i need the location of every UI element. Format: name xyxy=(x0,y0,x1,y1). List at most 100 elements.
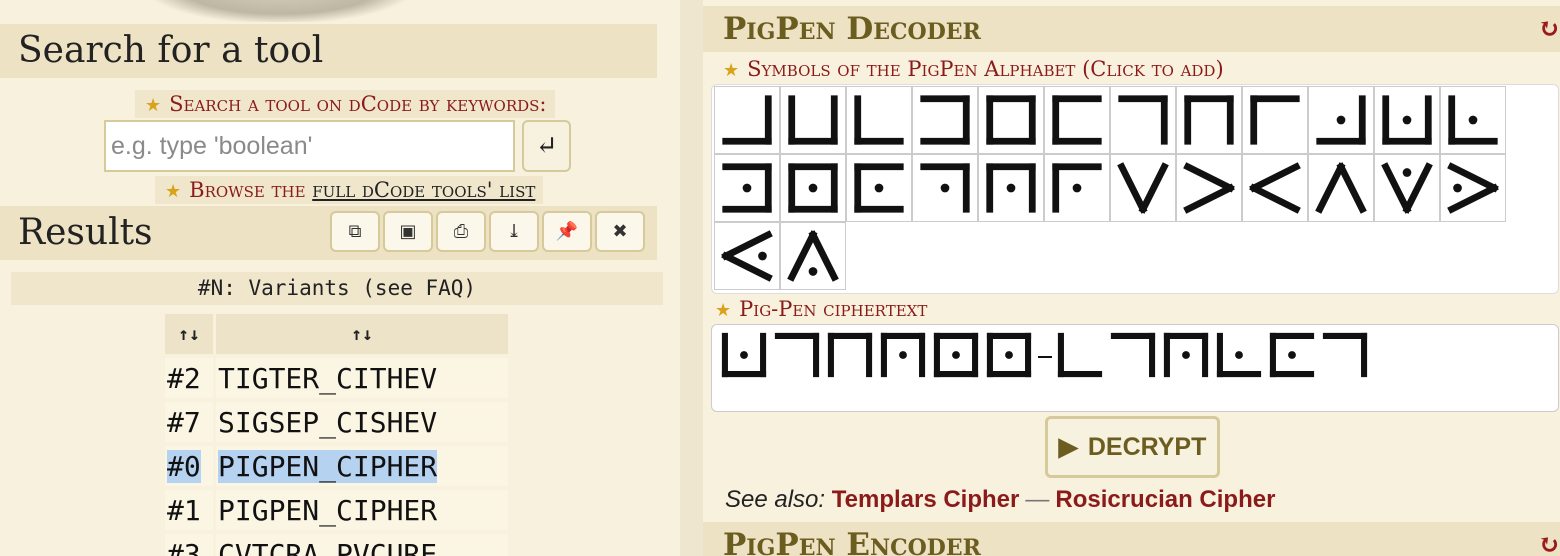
download-icon: ⤓ xyxy=(506,221,522,242)
pigpen-symbol-m[interactable] xyxy=(714,154,780,222)
symbols-panel xyxy=(711,84,1559,294)
pigpen-symbol-r[interactable] xyxy=(1044,154,1110,222)
table-row[interactable]: #7 SIGSEP_CISHEV xyxy=(165,402,508,442)
result-value: SIGSEP_CISHEV xyxy=(216,402,508,442)
pin-button[interactable]: 📌 xyxy=(542,211,592,252)
ciphertext-label: ★ Pig-Pen ciphertext xyxy=(715,296,934,322)
pigpen-symbol-j[interactable] xyxy=(1308,86,1374,154)
refresh-icon[interactable]: ↻ xyxy=(1538,522,1560,556)
pigpen-symbol-f[interactable] xyxy=(1044,86,1110,154)
pigpen-symbol-u[interactable] xyxy=(1242,154,1308,222)
copy-icon: ⧉ xyxy=(348,221,362,242)
result-value: TIGTER_CITHEV xyxy=(216,358,508,398)
ciphertext-symbol xyxy=(1054,329,1107,385)
result-variant-id: #0 xyxy=(165,446,213,486)
result-variant-id: #2 xyxy=(165,358,213,398)
result-variant-id: #1 xyxy=(165,490,213,530)
see-also-link-rosicrucian[interactable]: Rosicrucian Cipher xyxy=(1055,486,1275,513)
variants-note: #N: Variants (see FAQ) xyxy=(11,272,663,305)
save-icon: ▣ xyxy=(399,221,417,242)
pigpen-symbol-e[interactable] xyxy=(978,86,1044,154)
pigpen-symbol-c[interactable] xyxy=(846,86,912,154)
ciphertext-symbol xyxy=(1160,329,1213,385)
search-heading: Search for a tool xyxy=(0,24,657,78)
sort-value-header[interactable]: ↑↓ xyxy=(216,314,508,354)
browse-label: ★ Browse the full dCode tools' list xyxy=(155,176,544,204)
left-column: Search for a tool ★ Search a tool on dCod… xyxy=(0,0,680,556)
ciphertext-symbols xyxy=(718,331,1372,383)
search-submit-button[interactable]: ↵ xyxy=(522,120,571,172)
ciphertext-symbol xyxy=(1107,329,1160,385)
pigpen-symbol-p[interactable] xyxy=(912,154,978,222)
result-value: PIGPEN_CIPHER xyxy=(216,490,508,530)
pigpen-symbol-z[interactable] xyxy=(780,222,846,290)
pigpen-symbol-v[interactable] xyxy=(1308,154,1374,222)
refresh-icon[interactable]: ↻ xyxy=(1538,6,1560,52)
pin-icon: 📌 xyxy=(555,221,579,242)
ciphertext-symbol xyxy=(877,329,930,385)
copy-button[interactable]: ⧉ xyxy=(330,211,380,252)
results-toolbar: ⧉ ▣ ⎙ ⤓ 📌 ✖ xyxy=(330,211,645,252)
result-variant-id: #3 xyxy=(165,534,213,556)
sort-id-header[interactable]: ↑↓ xyxy=(165,314,213,354)
full-tools-list-link[interactable]: full dCode tools' list xyxy=(312,178,535,202)
symbols-label: ★ Symbols of the PigPen Alphabet (Click t… xyxy=(723,57,1224,81)
result-value: CVTCRA_PVCURE xyxy=(216,534,508,556)
play-icon: ▶ xyxy=(1058,433,1078,461)
pigpen-symbol-n[interactable] xyxy=(780,154,846,222)
column-divider xyxy=(680,0,703,556)
result-value: PIGPEN_CIPHER xyxy=(216,446,508,486)
download-button[interactable]: ⤓ xyxy=(489,211,539,252)
ciphertext-separator xyxy=(1038,356,1052,358)
star-icon: ★ xyxy=(723,60,740,81)
decoder-title: PigPen Decoder ↻ xyxy=(703,6,1560,52)
pigpen-symbol-i[interactable] xyxy=(1242,86,1308,154)
symbols-grid xyxy=(714,86,1506,290)
ciphertext-symbol xyxy=(718,329,771,385)
ciphertext-symbol xyxy=(824,329,877,385)
encoder-title: PigPen Encoder ↻ xyxy=(703,522,1560,556)
close-button[interactable]: ✖ xyxy=(595,211,645,252)
ciphertext-symbol xyxy=(1266,329,1319,385)
pigpen-symbol-g[interactable] xyxy=(1110,86,1176,154)
keyword-label: ★ Search a tool on dCode by keywords: xyxy=(135,90,555,118)
print-button[interactable]: ⎙ xyxy=(436,211,486,252)
table-row[interactable]: #1 PIGPEN_CIPHER xyxy=(165,490,508,530)
star-icon: ★ xyxy=(145,95,162,116)
pigpen-symbol-k[interactable] xyxy=(1374,86,1440,154)
results-table: ↑↓ ↑↓ #2 TIGTER_CITHEV #7 SIGSEP_CISHEV #0 PI… xyxy=(162,310,511,556)
result-variant-id: #7 xyxy=(165,402,213,442)
ciphertext-symbol xyxy=(1213,329,1266,385)
pigpen-symbol-l[interactable] xyxy=(1440,86,1506,154)
pigpen-symbol-a[interactable] xyxy=(714,86,780,154)
see-also: See also: Templars Cipher — Rosicrucian Ci… xyxy=(725,486,1276,513)
search-input[interactable] xyxy=(104,120,515,172)
enter-icon: ↵ xyxy=(535,131,558,161)
banner-image xyxy=(150,0,410,22)
table-row[interactable]: #3 CVTCRA_PVCURE xyxy=(165,534,508,556)
decrypt-button[interactable]: ▶ DECRYPT xyxy=(1045,416,1220,478)
ciphertext-symbol xyxy=(983,329,1036,385)
star-icon: ★ xyxy=(165,181,182,202)
pigpen-symbol-s[interactable] xyxy=(1110,154,1176,222)
print-icon: ⎙ xyxy=(453,221,469,242)
ciphertext-input[interactable] xyxy=(711,324,1559,412)
pigpen-symbol-t[interactable] xyxy=(1176,154,1242,222)
pigpen-symbol-q[interactable] xyxy=(978,154,1044,222)
table-row[interactable]: #2 TIGTER_CITHEV xyxy=(165,358,508,398)
pigpen-symbol-y[interactable] xyxy=(714,222,780,290)
pigpen-symbol-x[interactable] xyxy=(1440,154,1506,222)
ciphertext-symbol xyxy=(771,329,824,385)
pigpen-symbol-d[interactable] xyxy=(912,86,978,154)
table-row[interactable]: #0 PIGPEN_CIPHER xyxy=(165,446,508,486)
star-icon: ★ xyxy=(715,300,732,321)
pigpen-symbol-o[interactable] xyxy=(846,154,912,222)
pigpen-symbol-w[interactable] xyxy=(1374,154,1440,222)
see-also-link-templars[interactable]: Templars Cipher xyxy=(832,486,1020,513)
right-column: PigPen Decoder ↻ ★ Symbols of the PigPen … xyxy=(703,0,1560,556)
ciphertext-symbol xyxy=(1319,329,1372,385)
pigpen-symbol-h[interactable] xyxy=(1176,86,1242,154)
save-button[interactable]: ▣ xyxy=(383,211,433,252)
ciphertext-symbol xyxy=(930,329,983,385)
pigpen-symbol-b[interactable] xyxy=(780,86,846,154)
